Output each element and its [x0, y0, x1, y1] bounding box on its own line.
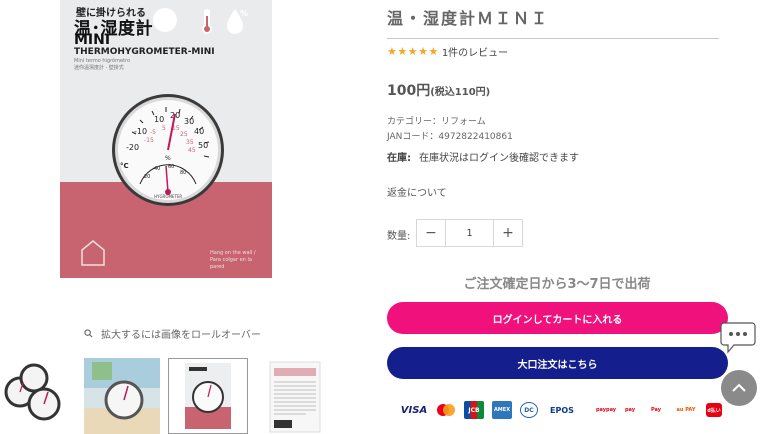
- package-small-2: 迷你溫濕度計 · 壁掛式: [74, 65, 124, 71]
- thumbnail-2-image: [84, 358, 160, 434]
- svg-text:60: 60: [168, 164, 174, 170]
- price: 100円(税込110円): [387, 80, 490, 100]
- svg-text:-15: -15: [144, 137, 154, 144]
- svg-text:45: 45: [188, 147, 196, 154]
- price-value: 100円: [387, 83, 431, 99]
- svg-text:HYGROMETER: HYGROMETER: [154, 194, 182, 199]
- thumbnail-4[interactable]: [266, 358, 324, 434]
- payment-methods: VISA JCB AMEX DC EPOS paypay pay Pay au …: [400, 401, 730, 419]
- svg-text:80: 80: [180, 170, 186, 176]
- svg-text:40: 40: [154, 166, 160, 172]
- login-add-to-cart-button[interactable]: ログインしてカートに入れる: [387, 302, 728, 334]
- quantity-label: 数量:: [387, 231, 411, 242]
- svg-text:-10: -10: [134, 127, 147, 136]
- svg-text:10: 10: [154, 115, 164, 124]
- thermometer-gauge: -20 -10 10 20 30 40 50 -15 -5 5 15 25 35…: [112, 94, 224, 206]
- chat-icon[interactable]: [720, 319, 756, 355]
- package-mini: MINI: [74, 32, 111, 48]
- quantity-stepper: − 1 +: [416, 219, 523, 247]
- merpay-icon: Pay: [650, 407, 661, 413]
- thumbnail-3-image: [169, 359, 247, 433]
- au-pay-icon: au PAY: [676, 407, 696, 413]
- svg-text:40: 40: [194, 127, 204, 136]
- svg-text:°C: °C: [120, 162, 129, 170]
- category: カテゴリー：リフォーム: [387, 117, 486, 127]
- quantity-increase-button[interactable]: +: [494, 220, 522, 246]
- bulk-order-button[interactable]: 大口注文はこちら: [387, 347, 728, 379]
- svg-text:35: 35: [186, 139, 194, 146]
- package-right-text: Hang on the wall / Para colgar en la par…: [210, 250, 256, 270]
- search-icon: [84, 329, 93, 338]
- thumbnail-1-image: [0, 358, 74, 434]
- zoom-hint: 拡大するには画像をロールオーバー: [84, 326, 261, 341]
- shipping-notice: ご注文確定日から3〜7日で出荷: [463, 277, 651, 292]
- review-link[interactable]: 1件のレビュー: [442, 44, 508, 59]
- quantity-input[interactable]: 1: [445, 220, 494, 246]
- thumbnail-3-selected[interactable]: [168, 358, 248, 434]
- svg-text:%: %: [240, 9, 248, 18]
- back-to-top-button[interactable]: [721, 370, 757, 406]
- price-tax: (税込110円): [430, 87, 491, 98]
- chevron-up-icon: [732, 383, 746, 392]
- d-barai-icon: d払い: [706, 403, 722, 417]
- svg-text:%: %: [165, 155, 171, 162]
- humidity-drop-icon: %: [227, 9, 248, 34]
- jcb-icon: JCB: [464, 401, 484, 419]
- refund-link[interactable]: 返金について: [387, 184, 447, 199]
- rakuten-pay-icon: pay: [624, 407, 636, 413]
- main-product-image[interactable]: 壁に掛けられる 温･湿度計 MINI THERMOHYGROMETER-MINI…: [60, 0, 272, 278]
- thumbnail-2[interactable]: [84, 358, 160, 434]
- svg-text:25: 25: [180, 131, 188, 138]
- star-rating: ★★★★★: [387, 45, 439, 58]
- jan-code: JANコード：4972822410861: [387, 132, 513, 142]
- title-divider: [387, 38, 719, 39]
- paypay-icon: paypay: [595, 407, 617, 413]
- product-title: 温・湿度計ＭＩＮＩ: [387, 9, 550, 28]
- stock-text: 在庫状況はログイン後確認できます: [419, 153, 579, 164]
- rating: ★★★★★ 1件のレビュー: [387, 44, 508, 59]
- svg-text:30: 30: [184, 117, 194, 126]
- package-subtitle: THERMOHYGROMETER-MINI: [74, 47, 215, 57]
- mastercard-icon: [436, 401, 456, 419]
- thumbnail-4-image: [266, 358, 324, 434]
- svg-text:20: 20: [144, 174, 150, 180]
- svg-text:5: 5: [162, 125, 166, 132]
- zoom-hint-text: 拡大するには画像をロールオーバー: [101, 330, 261, 341]
- diners-icon: DC: [520, 402, 538, 418]
- svg-text:50: 50: [198, 141, 208, 150]
- stock-status: 在庫: 在庫状況はログイン後確認できます: [387, 149, 579, 164]
- thumbnail-1[interactable]: [0, 358, 74, 434]
- package-circle-icon: [153, 8, 177, 32]
- svg-text:-5: -5: [150, 129, 156, 136]
- thumbnail-strip: [0, 356, 330, 434]
- thermometer-icon: [202, 9, 212, 34]
- visa-icon: VISA: [400, 404, 428, 416]
- epos-icon: EPOS: [550, 405, 574, 415]
- svg-text:-20: -20: [126, 143, 139, 152]
- house-icon: [81, 240, 105, 266]
- stock-label: 在庫:: [387, 153, 411, 164]
- quantity-decrease-button[interactable]: −: [417, 220, 445, 246]
- amex-icon: AMEX: [492, 401, 512, 419]
